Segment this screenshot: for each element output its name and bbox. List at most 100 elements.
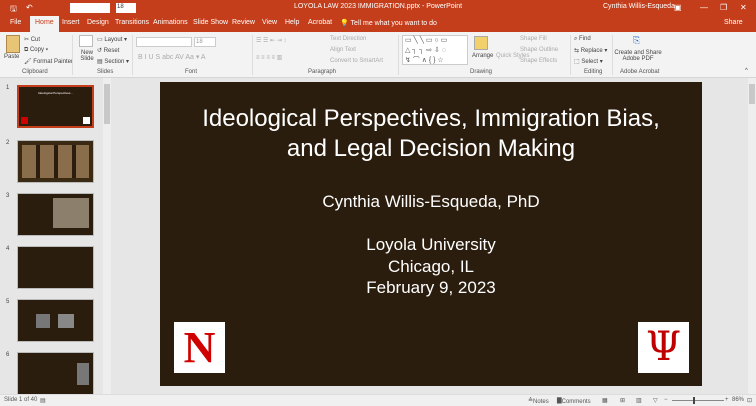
tab-acrobat[interactable]: Acrobat <box>308 19 332 26</box>
create-share-pdf-button[interactable]: Create and Share Adobe PDF <box>614 50 662 62</box>
tab-review[interactable]: Review <box>232 19 255 26</box>
shape-outline-button[interactable]: Shape Outline <box>520 47 558 53</box>
tab-view[interactable]: View <box>262 19 277 26</box>
group-font: Font <box>185 69 198 75</box>
font-size-select[interactable]: 18 <box>194 37 216 47</box>
minimize-icon[interactable]: — <box>700 3 708 12</box>
select-button[interactable]: ⬚ Select ▾ <box>574 58 603 65</box>
font-family-select[interactable] <box>136 37 192 47</box>
zoom-slider-thumb[interactable] <box>693 397 695 404</box>
tab-design[interactable]: Design <box>87 19 109 26</box>
group-clipboard: Clipboard <box>22 69 48 75</box>
reset-button[interactable]: ↺ Reset <box>97 47 119 54</box>
slide-author[interactable]: Cynthia Willis-Esqueda, PhD <box>160 192 702 212</box>
divider <box>132 35 133 75</box>
find-label: Find <box>579 36 591 42</box>
thumb-number: 6 <box>6 352 10 358</box>
zoom-level[interactable]: 86% <box>732 397 744 403</box>
collapse-ribbon-icon[interactable]: ^ <box>745 68 748 74</box>
divider <box>612 35 613 75</box>
replace-button[interactable]: ⇆ Replace ▾ <box>574 47 607 54</box>
thumbnail-scrollbar[interactable] <box>103 78 111 394</box>
slide-thumbnail-6[interactable] <box>17 352 94 395</box>
slide-thumbnail-3[interactable] <box>17 193 94 236</box>
new-slide-button[interactable]: New Slide <box>78 50 96 62</box>
slide-canvas[interactable]: Ideological Perspectives, Immigration Bi… <box>160 82 702 386</box>
paste-button[interactable]: Paste <box>4 54 19 60</box>
shapes-gallery[interactable]: ▭ ╲ ╲ ▭ ○ ▭ △ ┐ ┐ ⇨ ⇩ ◌ ↯ ⌒ ∧ { } ☆ <box>402 35 468 65</box>
text-direction-button[interactable]: Text Direction <box>330 36 366 42</box>
normal-view-icon[interactable]: ▦ <box>602 397 608 404</box>
status-bar: Slide 1 of 40 ▤ ≙ Notes ▇ Comments ▦ ⊞ ▥… <box>0 394 756 406</box>
lightbulb-icon: 💡 <box>340 20 349 27</box>
slide-counter: Slide 1 of 40 <box>4 397 38 403</box>
slide-location[interactable]: Chicago, IL <box>160 257 702 277</box>
slide-title[interactable]: Ideological Perspectives, Immigration Bi… <box>160 104 702 164</box>
cut-button[interactable]: ✂ Cut <box>24 36 40 43</box>
comments-label: Comments <box>561 399 591 405</box>
slide-thumbnail-5[interactable] <box>17 299 94 342</box>
notes-button[interactable]: ≙ Notes <box>528 397 549 405</box>
ribbon-display-icon[interactable]: ▣ <box>674 3 682 12</box>
copy-label: Copy <box>29 47 44 53</box>
format-painter-button[interactable]: 🖌 Format Painter <box>24 58 73 65</box>
nebraska-n: N <box>183 323 216 372</box>
thumb-number: 4 <box>6 246 10 252</box>
align-buttons[interactable]: ≡ ≡ ≡ ≡ ▥ <box>256 54 282 61</box>
slide-thumbnail-pane: 1 Ideological Perspectives... 2 3 4 5 6 <box>0 78 112 395</box>
slide-thumbnail-2[interactable] <box>17 140 94 183</box>
share-button[interactable]: Share <box>724 19 743 26</box>
zoom-slider[interactable] <box>672 397 724 404</box>
slide-date[interactable]: February 9, 2023 <box>160 278 702 298</box>
nebraska-logo: N <box>174 322 225 373</box>
shape-fill-button[interactable]: Shape Fill <box>520 36 547 42</box>
close-icon[interactable]: ✕ <box>740 3 747 12</box>
slide-thumbnail-1[interactable]: Ideological Perspectives... <box>17 85 94 128</box>
group-slides: Slides <box>97 69 114 75</box>
tab-help[interactable]: Help <box>285 19 299 26</box>
accessibility-icon[interactable]: ▤ <box>40 397 46 404</box>
convert-smartart-button[interactable]: Convert to SmartArt <box>330 58 383 64</box>
tab-home[interactable]: Home <box>30 16 59 32</box>
thumb-number: 2 <box>6 140 10 146</box>
find-button[interactable]: ⌕ Find <box>574 36 591 43</box>
copy-button[interactable]: ⧉ Copy ▾ <box>24 47 48 54</box>
ribbon: Paste ✂ Cut ⧉ Copy ▾ 🖌 Format Painter Cl… <box>0 32 756 78</box>
group-editing: Editing <box>584 69 603 75</box>
tab-animations[interactable]: Animations <box>153 19 188 26</box>
list-buttons[interactable]: ☰ ☰ ⇤ ⇥ ↕ <box>256 37 286 44</box>
paste-icon <box>6 35 20 53</box>
tab-insert[interactable]: Insert <box>62 19 80 26</box>
shape-effects-button[interactable]: Shape Effects <box>520 58 557 64</box>
align-text-button[interactable]: Align Text <box>330 47 356 53</box>
divider <box>72 35 73 75</box>
section-button[interactable]: ▤ Section ▾ <box>97 58 129 65</box>
arrange-icon <box>474 36 488 50</box>
layout-button[interactable]: ▭ Layout ▾ <box>97 36 127 43</box>
tab-transitions[interactable]: Transitions <box>115 19 149 26</box>
zoom-out-button[interactable]: − <box>664 397 668 403</box>
reset-label: Reset <box>103 48 120 54</box>
thumb-number: 1 <box>6 85 10 91</box>
tab-slide-show[interactable]: Slide Show <box>193 19 228 26</box>
psi-mini-icon <box>83 117 90 124</box>
reading-view-icon[interactable]: ▥ <box>636 397 642 404</box>
arrange-button[interactable]: Arrange <box>472 53 493 59</box>
format-painter-label: Format Painter <box>33 59 73 65</box>
nebraska-mini-icon <box>21 117 28 124</box>
tell-me-search[interactable]: 💡 Tell me what you want to do <box>340 19 437 27</box>
comments-button[interactable]: ▇ Comments <box>557 397 591 405</box>
tab-file[interactable]: File <box>10 19 21 26</box>
font-format-buttons[interactable]: B I U S abc AV Aa ▾ A <box>138 53 206 61</box>
user-name[interactable]: Cynthia Willis-Esqueda <box>603 3 675 10</box>
zoom-in-button[interactable]: + <box>725 397 729 403</box>
editor-scrollbar[interactable] <box>748 78 756 394</box>
slide-sorter-icon[interactable]: ⊞ <box>620 397 625 404</box>
adobe-pdf-icon: ⎘ <box>633 35 641 45</box>
slideshow-icon[interactable]: ▽ <box>653 397 658 404</box>
slide-thumbnail-4[interactable] <box>17 246 94 289</box>
new-slide-icon <box>79 35 93 47</box>
fit-slide-icon[interactable]: ⊡ <box>747 397 752 404</box>
slide-institution[interactable]: Loyola University <box>160 235 702 255</box>
maximize-icon[interactable]: ❐ <box>720 3 727 12</box>
